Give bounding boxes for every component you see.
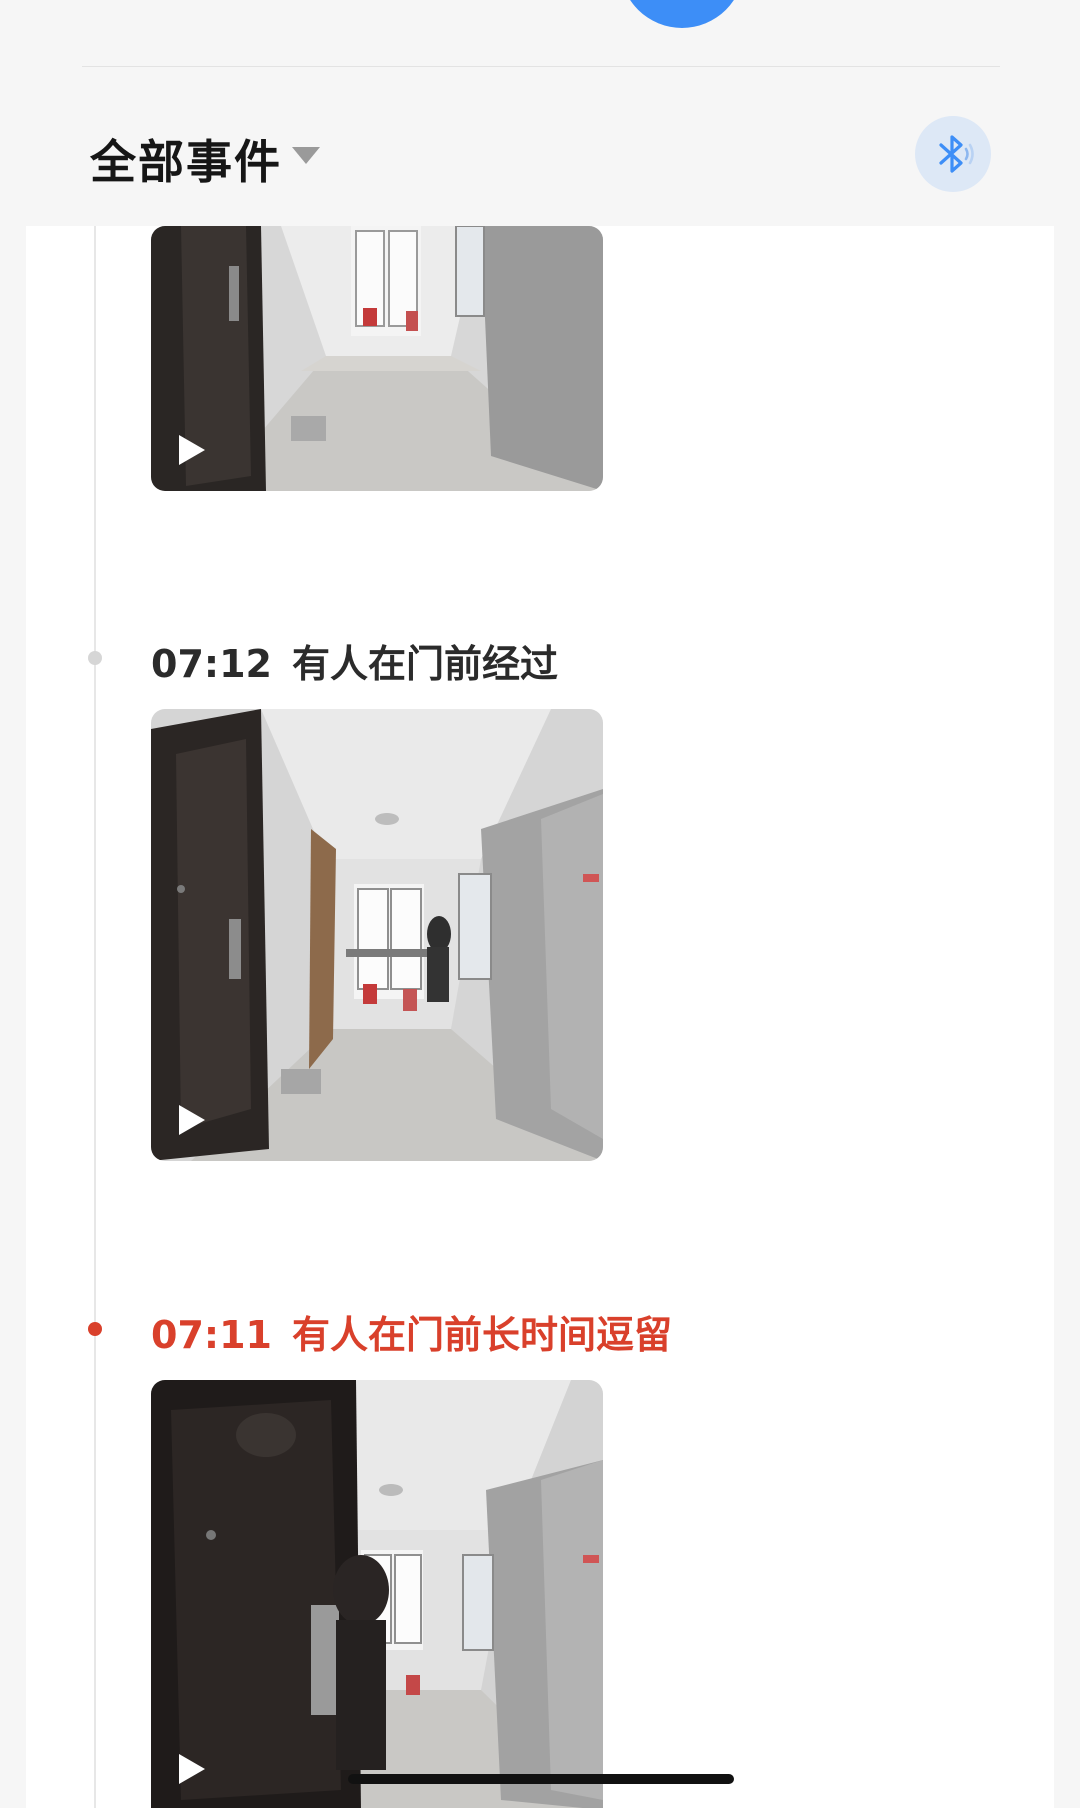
- bluetooth-button[interactable]: [915, 116, 991, 192]
- event-title: 07:12 有人在门前经过: [151, 633, 558, 688]
- hallway-snapshot-image: [151, 1380, 603, 1808]
- hallway-snapshot-image: [151, 226, 603, 491]
- event-snapshot-thumbnail[interactable]: [151, 1380, 603, 1808]
- event-time: 07:11: [151, 1313, 272, 1357]
- chevron-down-icon: [292, 147, 320, 164]
- play-icon: [179, 1754, 205, 1784]
- primary-action-button[interactable]: [620, 0, 744, 28]
- event-snapshot-thumbnail[interactable]: [151, 226, 603, 491]
- event-description: 有人在门前经过: [291, 642, 558, 686]
- bluetooth-icon: [939, 135, 974, 173]
- play-icon: [179, 1105, 205, 1135]
- timeline-line: [94, 226, 96, 1808]
- timeline-dot: [88, 651, 102, 665]
- divider: [82, 66, 1000, 67]
- event-snapshot-thumbnail[interactable]: [151, 709, 603, 1161]
- play-icon: [179, 435, 205, 465]
- event-description: 有人在门前长时间逗留: [291, 1313, 672, 1357]
- event-title: 07:11 有人在门前长时间逗留: [151, 1304, 672, 1359]
- timeline-dot-alert: [88, 1322, 102, 1336]
- home-indicator[interactable]: [348, 1774, 734, 1784]
- hallway-snapshot-image: [151, 709, 603, 1161]
- screen: 全部事件 07:12 有人在门前经过 07:11 有人在门前长时间逗留: [0, 0, 1080, 1808]
- header: 全部事件: [0, 110, 1080, 206]
- event-filter-label: 全部事件: [90, 135, 282, 189]
- event-time: 07:12: [151, 642, 272, 686]
